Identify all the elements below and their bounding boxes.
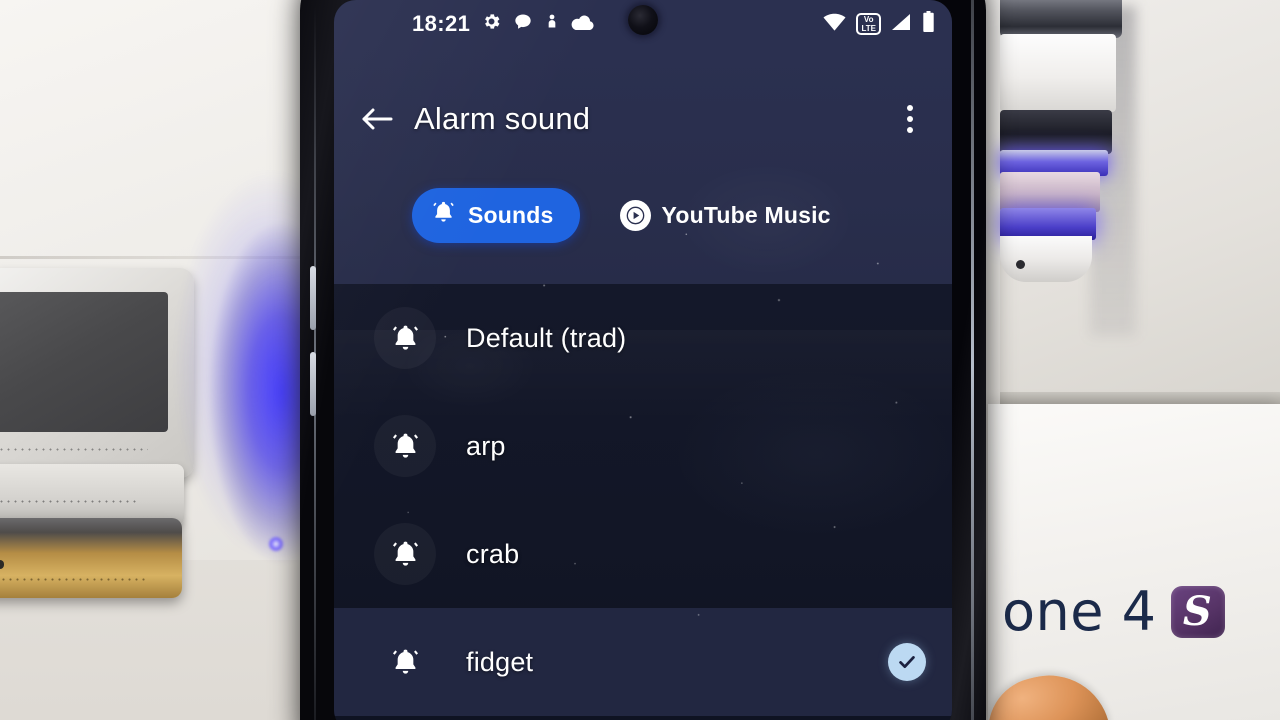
background-phone-silver-screen — [0, 292, 168, 432]
background-product-box-badge: S — [1170, 585, 1225, 638]
alarm-bell-icon — [374, 631, 436, 693]
alarm-bell-icon — [374, 307, 436, 369]
alarm-bell-icon — [430, 199, 457, 232]
background-stand — [1000, 0, 1130, 302]
phone-screen: 18:21 Vo LTE Alarm sound Sounds YouTube … — [334, 0, 952, 720]
background-product-box-text: one 4 — [1002, 580, 1157, 643]
background-phone-silver-grille — [0, 446, 148, 453]
check-icon — [888, 643, 926, 681]
message-icon — [513, 12, 533, 37]
background-phone-white-grille — [0, 498, 139, 505]
alarm-bell-icon — [374, 415, 436, 477]
background-stand-ring-dark — [1000, 110, 1112, 154]
list-item-label: crab — [466, 538, 520, 569]
background-product-box: one 4 S — [988, 404, 1280, 720]
overflow-menu-icon[interactable] — [890, 99, 930, 139]
background-stand-foot-hole — [1016, 260, 1025, 269]
page-title: Alarm sound — [414, 101, 591, 136]
background-phone-gold-grille — [0, 576, 146, 583]
phone-device: 18:21 Vo LTE Alarm sound Sounds YouTube … — [300, 0, 986, 720]
background-product-box-label: one 4 S — [1002, 580, 1225, 643]
person-icon — [544, 11, 560, 37]
gear-icon — [481, 11, 502, 37]
cloud-icon — [571, 13, 595, 36]
background-led-dot — [268, 536, 284, 552]
tab-bar: Sounds YouTube Music — [334, 188, 952, 243]
screenshot-scene: one 4 S 18:21 Vo LTE Alarm sound Sounds … — [0, 0, 1280, 720]
phone-right-edge-highlight — [971, 0, 974, 720]
background-stand-foot — [1000, 236, 1092, 282]
list-item[interactable]: crab — [334, 500, 952, 608]
background-stand-body — [1000, 34, 1116, 112]
app-header: Alarm sound Sounds YouTube Music — [334, 48, 952, 284]
alarm-bell-icon — [374, 523, 436, 585]
status-bar-right: Vo LTE — [822, 11, 936, 37]
tab-sounds-label: Sounds — [468, 202, 554, 228]
list-item-selected[interactable]: fidget — [334, 608, 952, 716]
list-item-label: arp — [466, 430, 506, 461]
list-item[interactable]: arp — [334, 392, 952, 500]
status-bar-left: 18:21 — [412, 11, 595, 37]
sound-list: Default (trad) arp crab fidget — [334, 284, 952, 720]
list-item-label: Default (trad) — [466, 322, 627, 353]
tab-youtube-music[interactable]: YouTube Music — [619, 200, 831, 231]
signal-icon — [890, 12, 912, 37]
wifi-icon — [822, 12, 847, 37]
front-camera-punch-hole — [628, 5, 658, 35]
tab-sounds[interactable]: Sounds — [412, 188, 580, 243]
volte-icon: Vo LTE — [856, 13, 881, 35]
background-phone-gold-port — [0, 560, 4, 569]
background-stand-ring-pink — [1000, 172, 1100, 212]
background-stand-cap — [1000, 0, 1122, 38]
title-row: Alarm sound — [334, 84, 952, 154]
list-item-label: fidget — [466, 646, 534, 677]
list-item[interactable]: Default (trad) — [334, 284, 952, 392]
phone-power-button[interactable] — [310, 352, 316, 416]
tab-youtube-music-label: YouTube Music — [661, 202, 831, 228]
play-circle-icon — [619, 200, 651, 231]
back-arrow-icon[interactable] — [356, 98, 398, 140]
status-time: 18:21 — [412, 11, 471, 36]
volte-bottom: LTE — [861, 24, 876, 33]
volte-top: Vo — [863, 15, 874, 24]
phone-volume-button[interactable] — [310, 266, 316, 330]
battery-icon — [921, 11, 936, 37]
